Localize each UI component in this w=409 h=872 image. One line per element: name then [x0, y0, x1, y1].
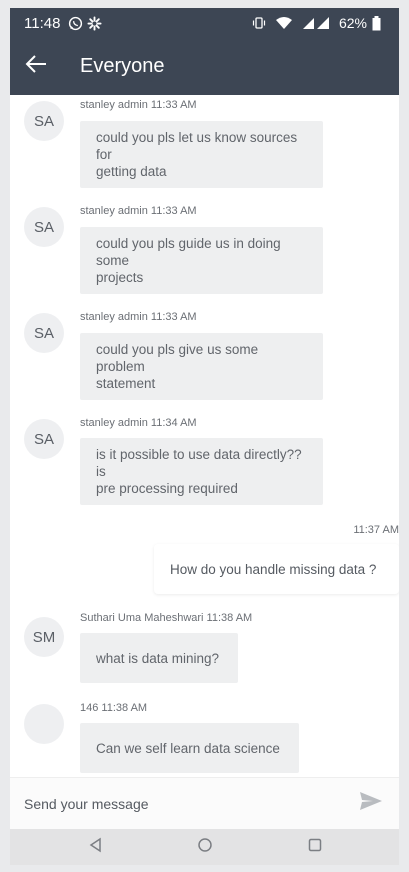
avatar[interactable]: SA [24, 313, 64, 353]
app-bar: Everyone [10, 38, 399, 95]
message-meta: stanley admin 11:33 AM [80, 99, 197, 111]
message-text-line: could you pls guide us in doing some [96, 236, 281, 268]
message-text-line: is it possible to use data directly?? is [96, 447, 302, 479]
signal-icon [302, 16, 330, 30]
message-bubble[interactable]: what is data mining? [80, 633, 238, 683]
message-text-line: could you pls give us some problem [96, 342, 259, 374]
message-meta: stanley admin 11:33 AM [80, 311, 197, 323]
avatar[interactable]: SM [24, 617, 64, 657]
battery-icon [372, 15, 381, 31]
message-meta: stanley admin 11:33 AM [80, 205, 197, 217]
home-circle-icon [197, 837, 213, 858]
back-button[interactable] [10, 38, 62, 95]
avatar[interactable] [24, 704, 64, 744]
battery-percent: 62% [338, 15, 367, 31]
message-meta: stanley admin 11:34 AM [80, 417, 197, 429]
arrow-left-icon [25, 55, 47, 78]
status-time: 11:48 [24, 14, 61, 32]
back-triangle-icon [88, 837, 102, 858]
message-input[interactable] [24, 795, 357, 812]
nav-back-button[interactable] [85, 837, 105, 857]
message-text-line: projects [96, 270, 144, 285]
message-meta: 146 11:38 AM [80, 702, 148, 714]
avatar[interactable]: SA [24, 101, 64, 141]
message-bubble[interactable]: could you pls give us some problem state… [80, 333, 323, 400]
send-button[interactable] [357, 790, 385, 818]
message-text: Can we self learn data science [96, 740, 280, 756]
page-title: Everyone [80, 55, 165, 77]
message-bubble[interactable]: How do you handle missing data ? [154, 544, 399, 594]
wifi-icon [275, 16, 293, 30]
status-bar: 11:48 62% [10, 8, 399, 38]
message-list[interactable]: SA stanley admin 11:33 AM could you pls … [10, 95, 399, 777]
message-bubble[interactable]: is it possible to use data directly?? is… [80, 438, 323, 505]
recents-square-icon [307, 837, 323, 858]
send-icon [359, 791, 383, 816]
message-bubble[interactable]: Can we self learn data science [80, 723, 299, 773]
message-time: 11:37 AM [353, 524, 399, 536]
message-text-line: could you pls let us know sources for [96, 130, 298, 162]
message-text-line: pre processing required [96, 481, 238, 496]
message-bubble[interactable]: could you pls guide us in doing some pro… [80, 227, 323, 294]
nav-recents-button[interactable] [305, 837, 325, 857]
settings-icon [87, 15, 102, 31]
message-bubble[interactable]: could you pls let us know sources for ge… [80, 121, 323, 188]
message-text-line: getting data [96, 164, 167, 179]
nav-home-button[interactable] [195, 837, 215, 857]
vibrate-icon [252, 16, 266, 30]
message-text: what is data mining? [96, 650, 220, 666]
message-meta: Suthari Uma Maheshwari 11:38 AM [80, 612, 253, 624]
avatar[interactable]: SA [24, 419, 64, 459]
message-text: How do you handle missing data ? [170, 561, 377, 577]
message-text-line: statement [96, 376, 156, 391]
system-nav-bar [10, 829, 399, 865]
message-composer [10, 777, 399, 829]
avatar[interactable]: SA [24, 207, 64, 247]
whatsapp-icon [68, 16, 83, 31]
